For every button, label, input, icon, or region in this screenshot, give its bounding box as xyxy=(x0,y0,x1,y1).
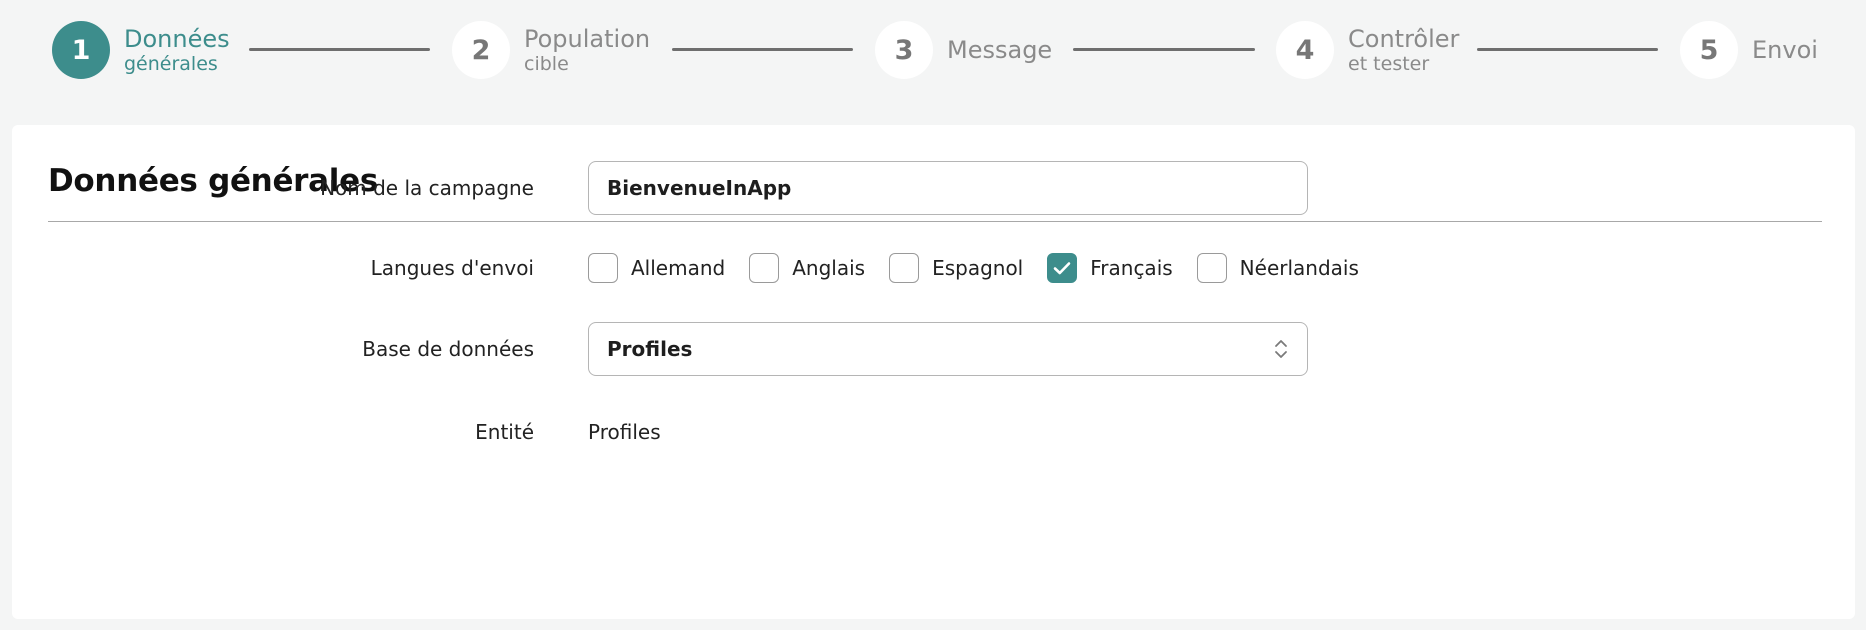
database-select-value: Profiles xyxy=(607,337,693,361)
entity-value: Profiles xyxy=(588,420,661,444)
database-row: Base de données Profiles xyxy=(12,322,1855,376)
step-sublabel: cible xyxy=(524,52,569,75)
campaign-name-label: Nom de la campagne xyxy=(320,176,534,200)
checkbox-label: Anglais xyxy=(792,256,866,280)
checkbox-box[interactable] xyxy=(749,253,780,283)
languages-row: Langues d'envoi Allemand Anglais Espagno… xyxy=(12,253,1855,283)
step-message[interactable]: 3 Message xyxy=(875,21,1052,79)
step-label: Contrôler xyxy=(1348,24,1460,53)
step-sublabel: et tester xyxy=(1348,52,1430,75)
step-text: Message xyxy=(947,35,1053,64)
entity-label: Entité xyxy=(475,420,534,444)
step-connector xyxy=(1073,48,1255,51)
database-label: Base de données xyxy=(362,337,534,361)
check-icon xyxy=(1053,262,1071,275)
step-label: Population xyxy=(524,24,651,53)
stepper: 1 Données générales 2 Population cible 3… xyxy=(0,0,1866,100)
step-label: Données xyxy=(124,24,230,53)
chevron-up-down-icon xyxy=(1275,340,1287,358)
step-envoi[interactable]: 5 Envoi xyxy=(1680,21,1818,79)
checkbox-label: Français xyxy=(1090,256,1173,280)
languages-checkbox-group: Allemand Anglais Espagnol Français Néerl… xyxy=(588,253,1383,283)
step-number-circle: 2 xyxy=(452,21,510,79)
checkbox-anglais[interactable]: Anglais xyxy=(749,253,865,283)
checkbox-label: Allemand xyxy=(631,256,726,280)
step-text: Contrôler et tester xyxy=(1348,24,1460,75)
campaign-name-field xyxy=(588,161,1308,215)
checkbox-label: Néerlandais xyxy=(1239,256,1359,280)
step-connector xyxy=(672,48,853,51)
campaign-name-input[interactable] xyxy=(588,161,1308,215)
languages-label: Langues d'envoi xyxy=(370,256,534,280)
entity-field: Profiles xyxy=(588,420,661,444)
step-connector xyxy=(1477,48,1658,51)
step-number-circle: 5 xyxy=(1680,21,1738,79)
checkbox-neerlandais[interactable]: Néerlandais xyxy=(1196,253,1359,283)
step-controler-tester[interactable]: 4 Contrôler et tester xyxy=(1276,21,1459,79)
checkbox-espagnol[interactable]: Espagnol xyxy=(889,253,1023,283)
step-label: Envoi xyxy=(1752,35,1818,64)
database-field: Profiles xyxy=(588,322,1308,376)
step-text: Population cible xyxy=(524,24,651,75)
general-data-card: Données générales Nom de la campagne Lan… xyxy=(12,125,1855,619)
database-select[interactable]: Profiles xyxy=(588,322,1308,376)
campaign-name-row: Nom de la campagne xyxy=(12,161,1855,215)
step-number-circle: 1 xyxy=(52,21,110,79)
step-number-circle: 4 xyxy=(1276,21,1334,79)
checkbox-label: Espagnol xyxy=(932,256,1024,280)
checkbox-allemand[interactable]: Allemand xyxy=(588,253,725,283)
checkbox-box[interactable] xyxy=(1196,253,1227,283)
step-population-cible[interactable]: 2 Population cible xyxy=(452,21,650,79)
step-label: Message xyxy=(947,35,1053,64)
step-connector xyxy=(249,48,430,51)
card-divider xyxy=(48,221,1822,222)
step-number-circle: 3 xyxy=(875,21,933,79)
checkbox-francais[interactable]: Français xyxy=(1047,253,1173,283)
step-text: Données générales xyxy=(124,24,230,75)
checkbox-box-checked[interactable] xyxy=(1047,253,1078,283)
step-text: Envoi xyxy=(1752,35,1818,64)
step-sublabel: générales xyxy=(124,52,218,75)
entity-row: Entité Profiles xyxy=(12,417,1855,447)
step-donnees-generales[interactable]: 1 Données générales xyxy=(52,21,230,79)
checkbox-box[interactable] xyxy=(889,253,920,283)
checkbox-box[interactable] xyxy=(588,253,618,283)
